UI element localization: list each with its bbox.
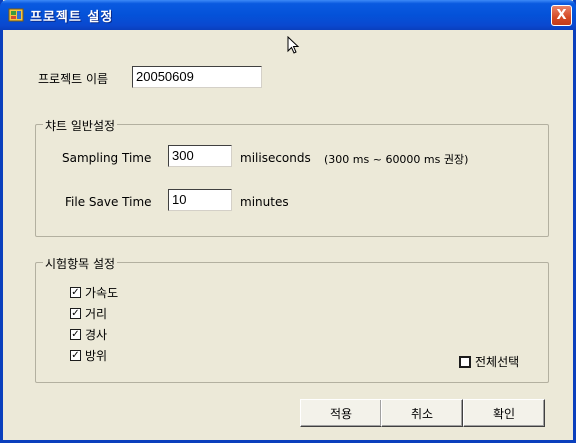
checkbox-label: 방위 [85,349,108,363]
checkbox-checked-icon: ✓ [70,349,81,361]
window-title: 프로젝트 설정 [30,10,114,25]
select-all-label: 전체선택 [475,355,520,369]
sampling-time-value: 300 [172,148,194,163]
file-save-time-field[interactable]: 10 [168,189,232,211]
checkbox-checked-icon: ✓ [70,328,81,340]
checkbox-unchecked-icon [459,355,471,368]
checkbox-checked-icon: ✓ [70,286,81,298]
sampling-time-label: Sampling Time [62,151,152,165]
cancel-button[interactable]: 취소 [381,399,463,427]
project-settings-dialog: 프로젝트 설정 X 프로젝트 이름 20050609 챠트 일반설정 Sampl… [0,0,576,443]
checkbox-acceleration[interactable]: ✓ 가속도 [70,284,118,301]
file-save-time-label: File Save Time [65,195,152,209]
project-name-value: 20050609 [136,69,194,84]
checkbox-checked-icon: ✓ [70,307,81,319]
apply-button[interactable]: 적용 [300,399,382,427]
checkbox-distance[interactable]: ✓ 거리 [70,305,107,322]
checkbox-label: 거리 [85,307,108,321]
project-name-field[interactable]: 20050609 [132,66,262,88]
apply-button-label: 적용 [329,406,353,421]
sampling-time-field[interactable]: 300 [168,145,232,167]
checkbox-azimuth[interactable]: ✓ 방위 [70,347,107,364]
checkbox-slope[interactable]: ✓ 경사 [70,326,107,343]
file-save-time-value: 10 [172,192,187,207]
close-button[interactable]: X [551,5,572,26]
title-bar[interactable]: 프로젝트 설정 X [0,0,576,30]
project-name-label: 프로젝트 이름 [38,72,109,86]
sampling-time-hint: (300 ms ~ 60000 ms 권장) [324,153,469,166]
sampling-time-unit: miliseconds [240,151,311,165]
ok-button-label: 확인 [492,406,516,421]
checkbox-label: 경사 [85,328,108,342]
close-icon: X [556,8,567,23]
chart-settings-group [35,124,549,237]
file-save-time-unit: minutes [240,195,289,209]
mouse-pointer-icon [287,36,300,54]
select-all-checkbox[interactable]: 전체선택 [459,353,519,370]
ok-button[interactable]: 확인 [463,399,545,427]
checkbox-label: 가속도 [85,286,119,300]
app-icon [8,8,24,22]
chart-settings-title: 챠트 일반설정 [43,117,118,134]
test-items-title: 시험항목 설정 [43,255,118,272]
cancel-button-label: 취소 [410,406,434,421]
